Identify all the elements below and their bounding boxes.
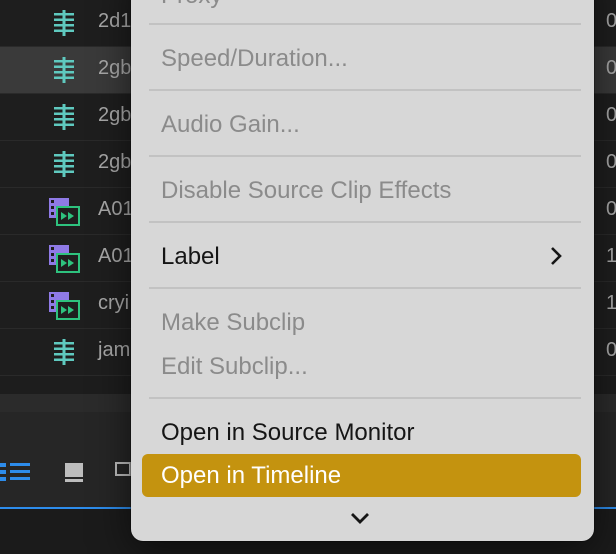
- clip-name: 2gb: [98, 57, 132, 79]
- menu-item-proxy[interactable]: Proxy: [161, 0, 222, 10]
- menu-separator: [149, 287, 581, 289]
- chevron-right-icon: [551, 247, 562, 265]
- audio-clip-icon: [54, 10, 74, 36]
- menu-item-disable-source-clip-effects[interactable]: Disable Source Clip Effects: [161, 177, 451, 205]
- menu-separator: [149, 89, 581, 91]
- menu-separator: [149, 155, 581, 157]
- context-menu: Proxy Speed/Duration... Audio Gain... Di…: [131, 0, 594, 541]
- clip-value: 0: [606, 151, 616, 173]
- clip-value: 0: [606, 198, 616, 220]
- clip-value: 0: [606, 339, 616, 361]
- menu-item-open-in-timeline[interactable]: Open in Timeline: [161, 462, 341, 490]
- menu-item-open-in-source-monitor[interactable]: Open in Source Monitor: [161, 419, 414, 447]
- menu-item-label[interactable]: Label: [161, 243, 220, 271]
- clip-name: 2gb: [98, 151, 132, 173]
- chevron-down-icon[interactable]: [348, 510, 372, 526]
- clip-name: A01: [98, 245, 134, 267]
- clip-name: 2gb: [98, 104, 132, 126]
- menu-separator: [149, 221, 581, 223]
- menu-separator: [149, 397, 581, 399]
- video-clip-icon: [49, 292, 80, 320]
- menu-item-make-subclip[interactable]: Make Subclip: [161, 309, 305, 337]
- menu-item-audio-gain[interactable]: Audio Gain...: [161, 111, 300, 139]
- clip-value: 0: [606, 57, 616, 79]
- audio-clip-icon: [54, 151, 74, 177]
- audio-clip-icon: [54, 57, 74, 83]
- video-clip-icon: [49, 198, 80, 226]
- list-view-icon[interactable]: [0, 461, 32, 483]
- clip-name: A01: [98, 198, 134, 220]
- audio-clip-icon: [54, 339, 74, 365]
- menu-item-speed-duration[interactable]: Speed/Duration...: [161, 45, 348, 73]
- icon-view-icon[interactable]: [64, 461, 86, 483]
- clip-name: jam: [98, 339, 131, 361]
- audio-clip-icon: [54, 104, 74, 130]
- clip-value: 1: [606, 245, 616, 267]
- clip-name: 2d1: [98, 10, 132, 32]
- clip-name: cryi: [98, 292, 130, 314]
- menu-separator: [149, 23, 581, 25]
- menu-item-edit-subclip[interactable]: Edit Subclip...: [161, 353, 308, 381]
- video-clip-icon: [49, 245, 80, 273]
- clip-value: 0: [606, 104, 616, 126]
- clip-value: 0: [606, 10, 616, 32]
- clip-value: 1: [606, 292, 616, 314]
